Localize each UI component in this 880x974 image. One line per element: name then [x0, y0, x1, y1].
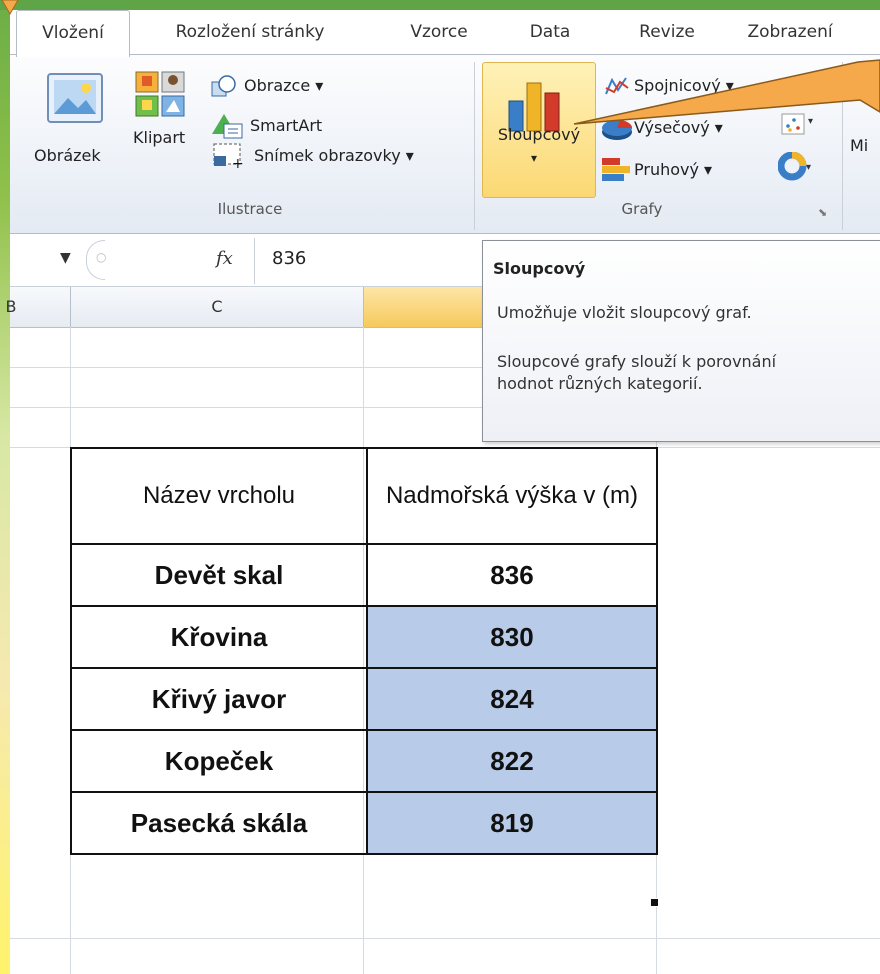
- bar-chart-icon[interactable]: [600, 156, 634, 188]
- cell-value[interactable]: 836: [366, 543, 658, 607]
- cell-name[interactable]: Křivý javor: [70, 667, 368, 731]
- cell-value[interactable]: 822: [366, 729, 658, 793]
- fill-handle[interactable]: [650, 898, 659, 907]
- truncated-button-label[interactable]: Mi: [850, 136, 868, 155]
- sloupcovy-button[interactable]: Sloupcový ▾: [482, 62, 596, 198]
- dialog-launcher-icon[interactable]: ⬊: [818, 206, 827, 219]
- formula-separator: [254, 238, 255, 284]
- window-top-band: [0, 0, 880, 10]
- snimek-obrazovky-button[interactable]: Snímek obrazovky ▾: [254, 146, 414, 165]
- cell-value[interactable]: 830: [366, 605, 658, 669]
- svg-text:▾: ▾: [806, 162, 811, 173]
- pie-chart-icon[interactable]: [600, 116, 634, 146]
- cell-name[interactable]: Pasecká skála: [70, 791, 368, 855]
- smartart-icon[interactable]: [210, 110, 244, 144]
- column-header-c[interactable]: C: [71, 287, 363, 327]
- group-label-ilustrace: Ilustrace: [217, 200, 283, 218]
- cell-name[interactable]: Kopeček: [70, 729, 368, 793]
- header-nazev-vrcholu[interactable]: Název vrcholu: [70, 447, 368, 545]
- chevron-down-icon: ▾: [531, 151, 538, 165]
- cell-name[interactable]: Křovina: [70, 605, 368, 669]
- ribbon-separator: [474, 62, 475, 230]
- spojnicovy-button[interactable]: Spojnicový ▾: [634, 76, 734, 95]
- screenshot-icon[interactable]: +: [212, 140, 244, 174]
- tab-data[interactable]: Data: [505, 10, 595, 54]
- group-label-grafy: Grafy: [621, 200, 663, 218]
- obrazce-button[interactable]: Obrazce ▾: [244, 76, 323, 95]
- smartart-button[interactable]: SmartArt: [250, 116, 322, 135]
- column-header-d-selected[interactable]: [364, 287, 484, 327]
- area-chart-icon[interactable]: [780, 72, 820, 100]
- shapes-icon[interactable]: [210, 74, 238, 104]
- tab-vzorce[interactable]: Vzorce: [384, 10, 494, 54]
- ribbon-separator: [842, 62, 843, 230]
- header-nadmorska-vyska[interactable]: Nadmořská výška v (m): [366, 447, 658, 545]
- tab-revize[interactable]: Revize: [612, 10, 722, 54]
- tooltip-sloupcovy: Sloupcový Umožňuje vložit sloupcový graf…: [482, 240, 880, 442]
- picture-icon[interactable]: [44, 70, 108, 130]
- callout-marker-icon: [1, 0, 19, 16]
- table-row: Devět skal 836: [70, 543, 658, 607]
- tab-zobrazeni[interactable]: Zobrazení: [725, 10, 855, 54]
- function-icon[interactable]: fx: [216, 248, 233, 269]
- data-table: Název vrcholu Nadmořská výška v (m) Devě…: [70, 447, 658, 855]
- formula-input[interactable]: 836: [272, 248, 306, 269]
- pruhovy-button[interactable]: Pruhový ▾: [634, 160, 712, 179]
- tab-rozlozeni-stranky[interactable]: Rozložení stránky: [150, 10, 350, 54]
- table-row: Kopeček 822: [70, 729, 658, 793]
- table-header-row: Název vrcholu Nadmořská výška v (m): [70, 447, 658, 545]
- line-chart-icon[interactable]: [604, 74, 630, 102]
- grid-line: [10, 938, 880, 939]
- table-row: Křovina 830: [70, 605, 658, 669]
- vysecovy-button[interactable]: Výsečový ▾: [634, 118, 723, 137]
- tooltip-description: Umožňuje vložit sloupcový graf.: [497, 303, 752, 322]
- scatter-chart-icon[interactable]: ▾: [780, 112, 820, 142]
- table-row: Pasecká skála 819: [70, 791, 658, 855]
- obrazek-button[interactable]: Obrázek: [34, 146, 101, 165]
- cell-value[interactable]: 824: [366, 667, 658, 731]
- name-box-dropdown-icon[interactable]: ▼: [60, 250, 71, 266]
- column-header-b[interactable]: B: [0, 287, 22, 327]
- cell-name[interactable]: Devět skal: [70, 543, 368, 607]
- sloupcovy-label: Sloupcový: [497, 125, 581, 144]
- cell-value[interactable]: 819: [366, 791, 658, 855]
- clipart-icon[interactable]: [134, 70, 190, 122]
- formula-bar-dot-icon: ○: [96, 250, 107, 264]
- klipart-button[interactable]: Klipart: [133, 128, 185, 147]
- tooltip-detail: Sloupcové grafy slouží k porovnání hodno…: [497, 352, 777, 393]
- left-decorative-strip: [0, 0, 10, 974]
- svg-text:▾: ▾: [808, 116, 813, 127]
- tooltip-title: Sloupcový: [493, 259, 586, 278]
- doughnut-chart-icon[interactable]: ▾: [777, 151, 818, 186]
- table-row: Křivý javor 824: [70, 667, 658, 731]
- svg-text:+: +: [232, 156, 244, 170]
